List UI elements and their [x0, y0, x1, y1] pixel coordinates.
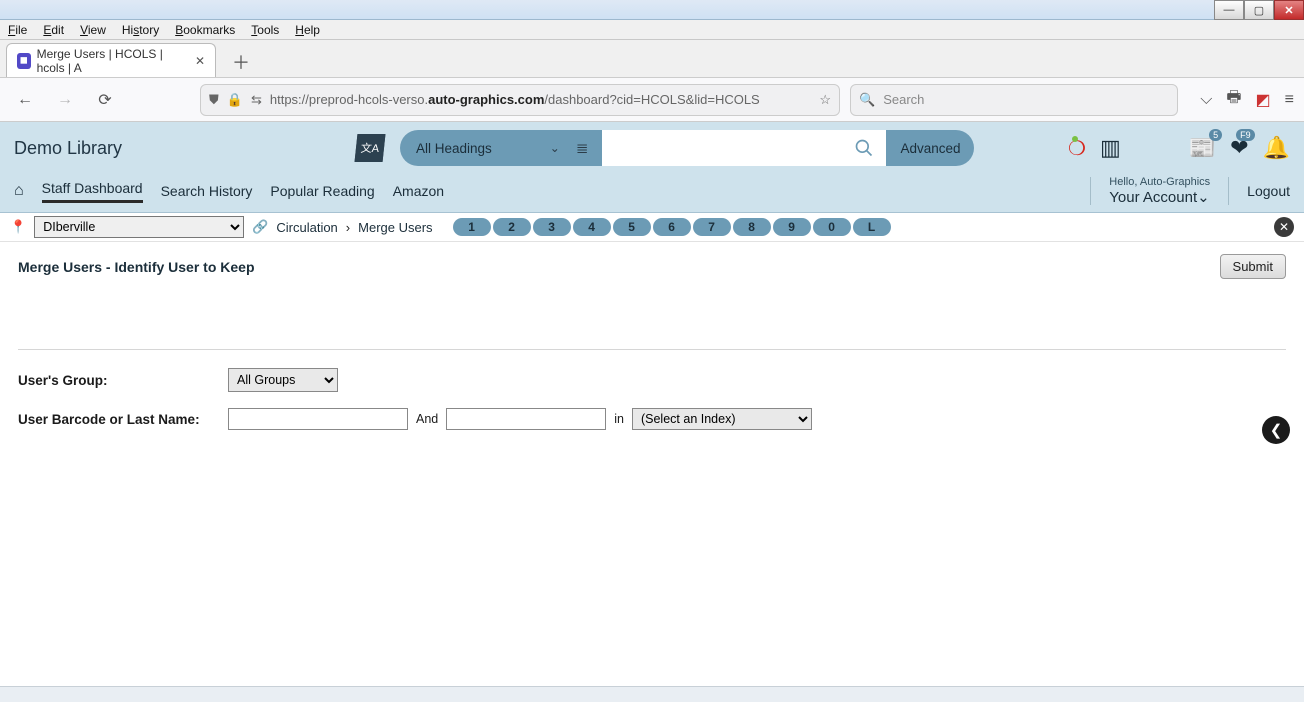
- in-label: in: [614, 412, 624, 426]
- browser-tab-title: Merge Users | HCOLS | hcols | A: [37, 47, 185, 75]
- language-icon[interactable]: 文A: [355, 134, 386, 162]
- hamburger-menu-icon[interactable]: ≡: [1285, 91, 1294, 109]
- side-expand-button[interactable]: ❮: [1262, 416, 1290, 444]
- chip-1[interactable]: 1: [453, 218, 491, 236]
- barcode-scan-icon[interactable]: ▥: [1100, 135, 1121, 161]
- url-text: https://preprod-hcols-verso.auto-graphic…: [270, 92, 811, 107]
- chip-l[interactable]: L: [853, 218, 891, 236]
- menu-edit[interactable]: Edit: [35, 21, 72, 39]
- browser-menubar: FFileile Edit View History Bookmarks Too…: [0, 20, 1304, 40]
- users-group-label: User's Group:: [18, 373, 228, 388]
- chip-0[interactable]: 0: [813, 218, 851, 236]
- favorites-icon[interactable]: ❤F9: [1230, 135, 1248, 161]
- window-bottom-chrome: [0, 686, 1304, 702]
- breadcrumb-leaf[interactable]: Merge Users: [358, 220, 432, 235]
- chip-9[interactable]: 9: [773, 218, 811, 236]
- chip-8[interactable]: 8: [733, 218, 771, 236]
- caret-down-icon: ⌄: [550, 141, 560, 155]
- address-bar[interactable]: ⛊ 🔒 ⇆ https://preprod-hcols-verso.auto-g…: [200, 84, 840, 116]
- catalog-search-input[interactable]: [602, 130, 842, 166]
- nav-staff-dashboard[interactable]: Staff Dashboard: [42, 180, 143, 203]
- database-icon: ≣: [576, 139, 589, 157]
- close-panel-icon[interactable]: ✕: [1274, 217, 1294, 237]
- menu-history[interactable]: History: [114, 21, 167, 39]
- nav-reload-button[interactable]: ⟳: [90, 85, 120, 115]
- nav-search-history[interactable]: Search History: [161, 183, 253, 199]
- your-account-link: Your Account⌄: [1109, 189, 1209, 206]
- barcode-input-1[interactable]: [228, 408, 408, 430]
- caret-down-icon: ⌄: [1197, 189, 1210, 206]
- new-tab-button[interactable]: ＋: [226, 47, 256, 77]
- location-select[interactable]: DIberville: [34, 216, 244, 238]
- bookmark-star-icon[interactable]: ☆: [819, 92, 831, 108]
- and-label: And: [416, 412, 438, 426]
- breadcrumb-root[interactable]: Circulation: [276, 220, 337, 235]
- search-headings-dropdown[interactable]: All Headings ⌄ ≣: [400, 130, 602, 166]
- divider: [18, 349, 1286, 350]
- menu-tools[interactable]: Tools: [243, 21, 287, 39]
- account-greeting: Hello, Auto-Graphics: [1109, 176, 1210, 188]
- chip-3[interactable]: 3: [533, 218, 571, 236]
- catalog-search-button[interactable]: [842, 130, 886, 166]
- permissions-icon: ⇆: [251, 92, 262, 108]
- news-badge: 5: [1209, 129, 1222, 141]
- chip-7[interactable]: 7: [693, 218, 731, 236]
- chip-5[interactable]: 5: [613, 218, 651, 236]
- browser-tab-active[interactable]: ◼ Merge Users | HCOLS | hcols | A ✕: [6, 43, 216, 77]
- search-icon: 🔍: [859, 92, 875, 108]
- pocket-icon[interactable]: ⌵: [1200, 91, 1212, 109]
- barcode-lastname-label: User Barcode or Last Name:: [18, 412, 228, 427]
- users-group-select[interactable]: All Groups: [228, 368, 338, 392]
- quick-number-chips: 1 2 3 4 5 6 7 8 9 0 L: [451, 218, 891, 236]
- home-icon[interactable]: ⌂: [14, 182, 24, 200]
- window-minimize-button[interactable]: —: [1214, 0, 1244, 20]
- tab-favicon-icon: ◼: [17, 53, 31, 69]
- nav-back-button[interactable]: ←: [10, 85, 40, 115]
- window-maximize-button[interactable]: ▢: [1244, 0, 1274, 20]
- library-name: Demo Library: [14, 138, 344, 159]
- barcode-input-2[interactable]: [446, 408, 606, 430]
- print-icon[interactable]: 🖶: [1226, 86, 1241, 113]
- headings-selected-label: All Headings: [416, 141, 492, 156]
- nav-forward-button[interactable]: →: [50, 85, 80, 115]
- account-separator: [1090, 177, 1091, 205]
- account-separator: [1228, 177, 1229, 205]
- tab-close-icon[interactable]: ✕: [195, 54, 205, 68]
- search-placeholder: Search: [883, 92, 924, 107]
- lock-icon: 🔒: [227, 92, 243, 108]
- menu-bookmarks[interactable]: Bookmarks: [167, 21, 243, 39]
- menu-help[interactable]: Help: [287, 21, 328, 39]
- submit-button[interactable]: Submit: [1220, 254, 1286, 279]
- tracking-shield-icon: ⛊: [209, 92, 219, 108]
- chip-4[interactable]: 4: [573, 218, 611, 236]
- account-block[interactable]: Hello, Auto-Graphics Your Account⌄: [1109, 176, 1210, 206]
- breadcrumb-separator: ›: [346, 220, 350, 235]
- favorites-badge: F9: [1236, 129, 1255, 141]
- chip-6[interactable]: 6: [653, 218, 691, 236]
- extension-icon[interactable]: ◩: [1256, 90, 1271, 110]
- balloon-icon[interactable]: ❍: [1068, 136, 1086, 161]
- news-icon[interactable]: 📰5: [1189, 135, 1216, 161]
- notifications-bell-icon[interactable]: 🔔: [1263, 135, 1290, 161]
- window-close-button[interactable]: ✕: [1274, 0, 1304, 20]
- menu-view[interactable]: View: [72, 21, 114, 39]
- index-select[interactable]: (Select an Index): [632, 408, 812, 430]
- location-pin-icon: 📍: [10, 219, 26, 235]
- page-title: Merge Users - Identify User to Keep: [18, 259, 255, 275]
- nav-popular-reading[interactable]: Popular Reading: [270, 183, 374, 199]
- browser-search-box[interactable]: 🔍 Search: [850, 84, 1178, 116]
- logout-link[interactable]: Logout: [1247, 183, 1290, 199]
- menu-file[interactable]: FFileile: [0, 21, 35, 39]
- link-icon: 🔗: [252, 219, 268, 235]
- advanced-search-button[interactable]: Advanced: [886, 130, 974, 166]
- chip-2[interactable]: 2: [493, 218, 531, 236]
- nav-amazon[interactable]: Amazon: [393, 183, 444, 199]
